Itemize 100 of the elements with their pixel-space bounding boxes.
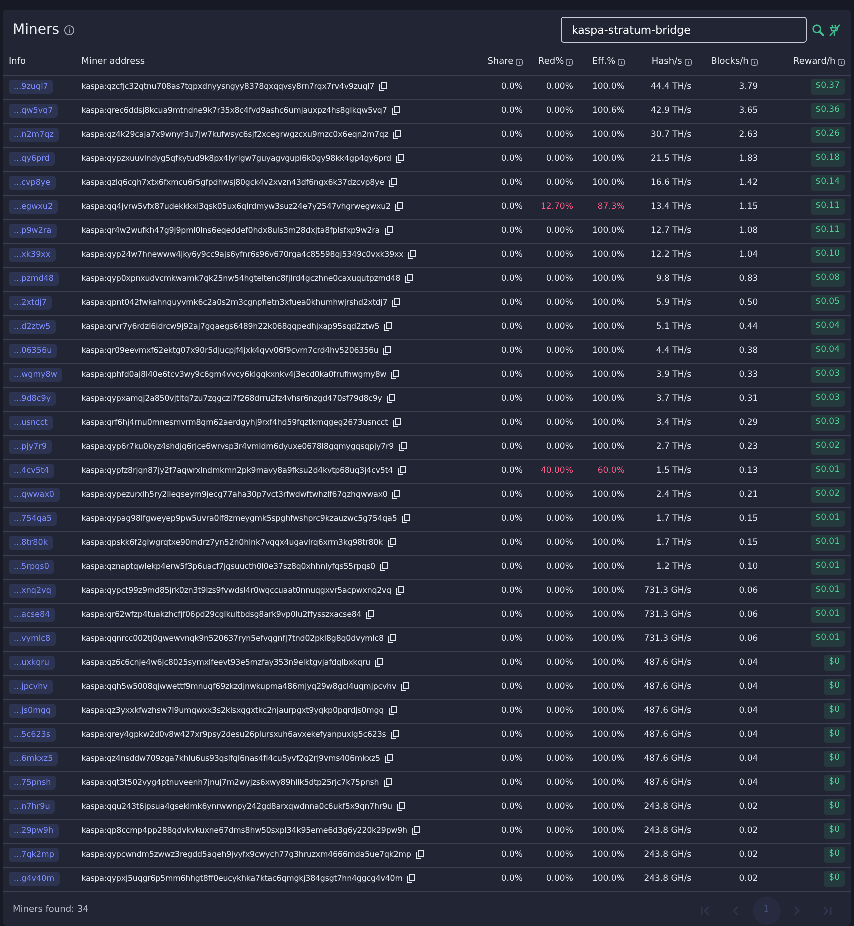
copy-icon[interactable] <box>392 106 400 116</box>
blocks-value: 0.33 <box>698 363 764 387</box>
copy-icon[interactable] <box>366 610 374 620</box>
copy-icon[interactable] <box>393 130 402 140</box>
copy-icon[interactable] <box>388 178 397 188</box>
efficiency-value: 100.0% <box>579 651 631 675</box>
copy-icon[interactable] <box>398 442 407 452</box>
copy-icon[interactable] <box>401 682 410 692</box>
copy-icon[interactable] <box>384 226 392 236</box>
info-button[interactable]: ...qw5vq7 <box>9 104 58 118</box>
copy-icon[interactable] <box>375 658 384 668</box>
info-button[interactable]: ...2xtdj7 <box>9 296 52 310</box>
info-icon[interactable] <box>684 58 692 66</box>
info-icon[interactable] <box>618 58 625 66</box>
info-button[interactable]: ...wgmy8w <box>9 368 62 382</box>
share-value: 0.0% <box>473 723 529 747</box>
info-button[interactable]: ...jpcvhv <box>9 680 53 694</box>
copy-icon[interactable] <box>398 466 406 476</box>
info-button[interactable]: ...5rpqs0 <box>9 560 54 574</box>
info-button[interactable]: ...75pnsh <box>9 776 56 790</box>
copy-icon[interactable] <box>392 298 400 308</box>
share-value: 0.0% <box>473 171 529 195</box>
info-button[interactable]: ...qwwax0 <box>9 488 60 502</box>
info-button[interactable]: ...usncct <box>9 416 53 430</box>
hashrate-value: 12.7 TH/s <box>630 219 698 243</box>
efficiency-value: 100.0% <box>579 699 631 723</box>
info-button[interactable]: ...js0mgq <box>9 704 56 718</box>
info-button[interactable]: ...29pw9h <box>9 824 59 838</box>
info-button[interactable]: ...8tr80k <box>9 536 53 550</box>
copy-icon[interactable] <box>379 82 388 92</box>
copy-icon[interactable] <box>388 706 397 716</box>
info-button[interactable]: ...7qk2mp <box>9 848 60 862</box>
info-button[interactable]: ...uxkqru <box>9 656 55 670</box>
info-icon[interactable] <box>838 58 845 66</box>
copy-icon[interactable] <box>405 274 414 284</box>
info-icon[interactable] <box>516 58 523 66</box>
info-button[interactable]: ...n7hr9u <box>9 800 56 814</box>
copy-icon[interactable] <box>383 346 392 356</box>
hashrate-value: 243.8 GH/s <box>630 819 698 843</box>
share-value: 0.0% <box>473 315 529 339</box>
info-button[interactable]: ...6mkxz5 <box>9 752 58 766</box>
reject-rate-value: 0.00% <box>528 579 580 603</box>
copy-icon[interactable] <box>384 322 392 332</box>
copy-icon[interactable] <box>412 826 420 836</box>
disconnect-icon[interactable] <box>829 24 841 36</box>
info-button[interactable]: ...p9w2ra <box>9 224 57 238</box>
efficiency-value: 100.0% <box>579 387 631 411</box>
info-button[interactable]: ...vymlc8 <box>9 632 56 646</box>
copy-icon[interactable] <box>396 586 404 596</box>
info-button[interactable]: ...06356u <box>9 344 58 358</box>
share-value: 0.0% <box>473 339 529 363</box>
reject-rate-value: 0.00% <box>528 795 580 819</box>
search-field[interactable]: kaspa-stratum-bridge <box>561 17 807 43</box>
reward-value: $0.02 <box>810 487 845 503</box>
info-button[interactable]: ...4cv5t4 <box>9 464 54 478</box>
copy-icon[interactable] <box>392 418 401 428</box>
copy-icon[interactable] <box>395 202 404 212</box>
copy-icon[interactable] <box>416 850 424 860</box>
info-button[interactable]: ...egwxu2 <box>9 200 58 214</box>
copy-icon[interactable] <box>402 514 410 524</box>
search-icon[interactable] <box>812 24 824 36</box>
reject-rate-value: 0.00% <box>528 411 580 435</box>
copy-icon[interactable] <box>384 778 392 788</box>
copy-icon[interactable] <box>380 562 388 572</box>
info-icon[interactable] <box>751 58 758 66</box>
info-icon[interactable] <box>64 24 76 36</box>
info-button[interactable]: ...acse84 <box>9 608 56 622</box>
info-button[interactable]: ...5c623s <box>9 728 56 742</box>
copy-icon[interactable] <box>407 874 416 884</box>
blocks-value: 0.02 <box>698 819 764 843</box>
info-button[interactable]: ...cvp8ye <box>9 176 56 190</box>
share-value: 0.0% <box>473 75 529 99</box>
info-button[interactable]: ...9d8c9y <box>9 392 56 406</box>
reject-rate-value: 0.00% <box>528 75 580 99</box>
copy-icon[interactable] <box>390 730 399 740</box>
copy-icon[interactable] <box>396 802 405 812</box>
info-button[interactable]: ...xnq2vq <box>9 584 56 598</box>
copy-icon[interactable] <box>386 394 395 404</box>
copy-icon[interactable] <box>392 490 400 500</box>
copy-icon[interactable] <box>396 154 404 164</box>
copy-icon[interactable] <box>384 754 393 764</box>
info-button[interactable]: ...754qa5 <box>9 512 57 526</box>
info-button[interactable]: ...pjy7r9 <box>9 440 52 454</box>
info-button[interactable]: ...d2ztw5 <box>9 320 56 334</box>
copy-icon[interactable] <box>391 370 400 380</box>
share-value: 0.0% <box>473 99 529 123</box>
info-button[interactable]: ...xk39xx <box>9 248 56 262</box>
info-button[interactable]: ...qy6prd <box>9 152 55 166</box>
reject-rate-value: 0.00% <box>528 867 580 891</box>
info-button[interactable]: ...pzmd48 <box>9 272 59 286</box>
copy-icon[interactable] <box>388 634 396 644</box>
reject-rate-value: 0.00% <box>528 291 580 315</box>
efficiency-value: 100.0% <box>579 363 631 387</box>
info-icon[interactable] <box>566 58 574 66</box>
copy-icon[interactable] <box>408 250 416 260</box>
copy-icon[interactable] <box>388 538 396 548</box>
info-button[interactable]: ...9zuql7 <box>9 80 54 94</box>
info-button[interactable]: ...n2m7qz <box>9 128 59 142</box>
info-button[interactable]: ...g4v40m <box>9 872 60 886</box>
efficiency-value: 100.0% <box>579 771 631 795</box>
